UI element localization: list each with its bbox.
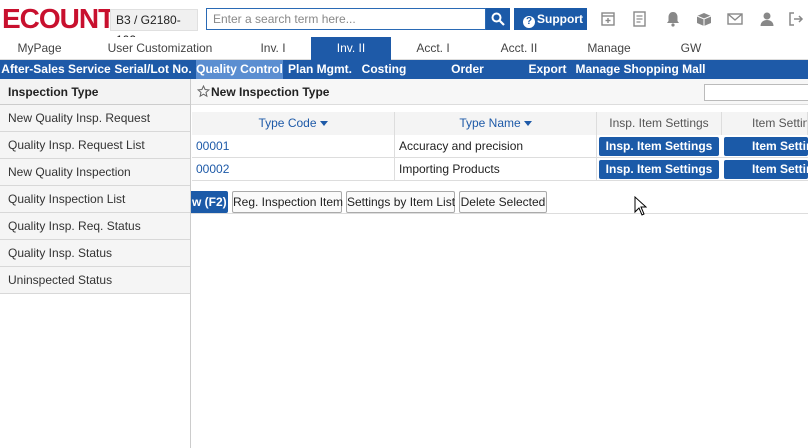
ecount-logo[interactable]: ECOUNT [2, 5, 115, 33]
sidebar-item-quality-insp-status[interactable]: Quality Insp. Status [0, 240, 190, 267]
search-button[interactable] [486, 8, 510, 30]
tab-gw[interactable]: GW [656, 37, 726, 60]
subnav-plan-mgmt[interactable]: Plan Mgmt. [285, 60, 355, 79]
sidebar-item-uninspected-status[interactable]: Uninspected Status [0, 267, 190, 294]
content-header: New Inspection Type [191, 79, 808, 105]
sidebar-item-quality-inspection-list[interactable]: Quality Inspection List [0, 186, 190, 213]
content-search-input[interactable] [704, 84, 808, 101]
header-type-name[interactable]: Type Name [395, 112, 597, 135]
logout-icon[interactable] [787, 10, 805, 28]
table-header-row: Type Code Type Name Insp. Item Settings … [192, 112, 808, 135]
subnav-after-sales-service[interactable]: After-Sales Service [0, 60, 112, 79]
new-button[interactable]: w (F2) [191, 191, 228, 213]
main-tabs: MyPage User Customization Inv. I Inv. II… [0, 37, 808, 60]
sidebar-item-quality-insp-req-status[interactable]: Quality Insp. Req. Status [0, 213, 190, 240]
subnav-costing[interactable]: Costing [358, 60, 410, 79]
question-icon: ? [523, 16, 535, 28]
insp-item-settings-button[interactable]: Insp. Item Settings [599, 160, 719, 179]
memo-icon[interactable] [630, 10, 648, 28]
type-code-link[interactable]: 00001 [192, 135, 395, 158]
item-settings-button[interactable]: Item Settings [724, 137, 808, 156]
support-label: Support [537, 12, 583, 26]
table-row: 00001 Accuracy and precision Insp. Item … [192, 135, 808, 158]
sidebar-item-new-quality-inspection[interactable]: New Quality Inspection [0, 159, 190, 186]
sidebar-title[interactable]: Inspection Type [0, 79, 190, 105]
page-title: New Inspection Type [211, 85, 330, 99]
sort-down-icon [523, 121, 532, 126]
subnav-export[interactable]: Export [524, 60, 571, 79]
support-button[interactable]: ?Support ▾ [514, 8, 587, 48]
bell-icon[interactable] [664, 10, 682, 28]
user-icon[interactable] [758, 10, 776, 28]
top-bar: ECOUNT B3 / G2180-102 ?Support ▾ [0, 0, 808, 48]
action-button-bar: w (F2) Reg. Inspection Item Settings by … [191, 190, 808, 214]
search-input[interactable] [206, 8, 486, 30]
tab-inv-2[interactable]: Inv. II [311, 37, 391, 60]
subnav-order-management[interactable]: Order Management [414, 60, 521, 95]
type-name: Importing Products [395, 158, 597, 181]
tab-user-customization[interactable]: User Customization [100, 37, 220, 60]
insp-item-settings-button[interactable]: Insp. Item Settings [599, 137, 719, 156]
add-window-icon[interactable] [599, 10, 617, 28]
delete-selected-button[interactable]: Delete Selected [459, 191, 547, 213]
sidebar-item-quality-insp-request-list[interactable]: Quality Insp. Request List [0, 132, 190, 159]
settings-by-item-list-button[interactable]: Settings by Item List [346, 191, 455, 213]
sort-down-icon [319, 121, 328, 126]
type-name: Accuracy and precision [395, 135, 597, 158]
company-code[interactable]: B3 / G2180-102 [110, 9, 198, 47]
type-code-link[interactable]: 00002 [192, 158, 395, 181]
subnav-manage-shopping-mall[interactable]: Manage Shopping Mall [573, 60, 708, 79]
mail-icon[interactable] [726, 10, 744, 28]
table-row: 00002 Importing Products Insp. Item Sett… [192, 158, 808, 181]
star-icon[interactable] [197, 85, 210, 98]
tab-manage[interactable]: Manage [570, 37, 648, 60]
tab-acct-2[interactable]: Acct. II [481, 37, 557, 60]
sidebar: Inspection Type New Quality Insp. Reques… [0, 79, 191, 448]
item-settings-button[interactable]: Item Settings [724, 160, 808, 179]
search-icon [491, 12, 505, 26]
sidebar-item-new-quality-insp-request[interactable]: New Quality Insp. Request [0, 105, 190, 132]
subnav-quality-control[interactable]: Quality Control [196, 60, 283, 79]
reg-inspection-item-button[interactable]: Reg. Inspection Item [232, 191, 343, 213]
header-type-code[interactable]: Type Code [192, 112, 395, 135]
header-item-settings: Item Settings [722, 112, 808, 135]
mouse-cursor-icon [634, 196, 647, 216]
subnav-serial-lot[interactable]: Serial/Lot No. [113, 60, 193, 79]
tab-mypage[interactable]: MyPage [0, 37, 79, 60]
cube-icon[interactable] [695, 10, 713, 28]
tab-inv-1[interactable]: Inv. I [236, 37, 310, 60]
header-insp-item-settings: Insp. Item Settings [597, 112, 722, 135]
sub-nav: After-Sales Service Serial/Lot No. Quali… [0, 60, 808, 95]
tab-acct-1[interactable]: Acct. I [395, 37, 471, 60]
